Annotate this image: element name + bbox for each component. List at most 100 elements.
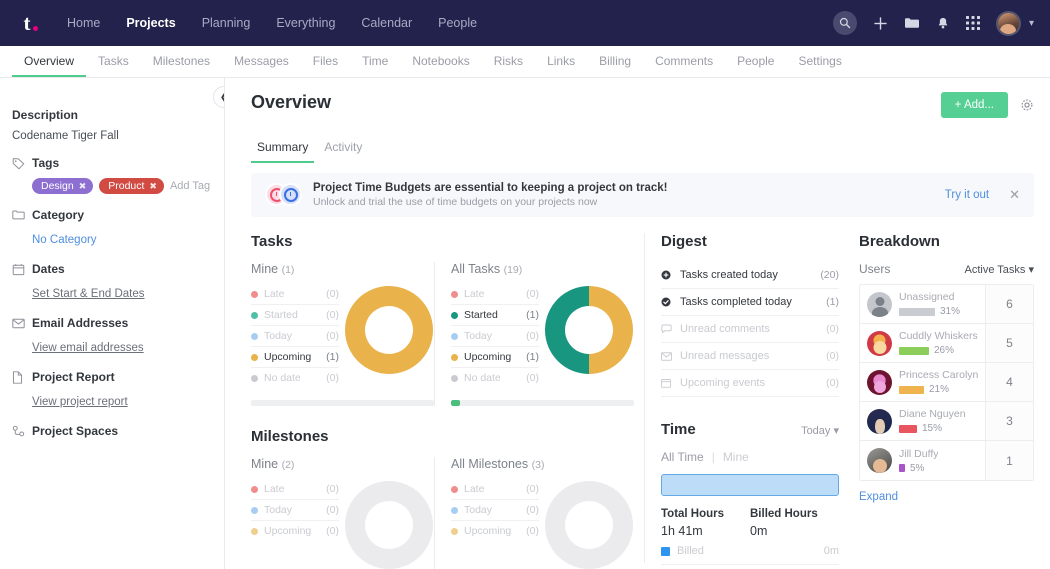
tag-design[interactable]: Design ✖ (32, 178, 94, 194)
set-dates-link[interactable]: Set Start & End Dates (12, 288, 145, 300)
time-tab-mine[interactable]: Mine (723, 450, 749, 464)
digest-row-upcoming-events[interactable]: Upcoming events (0) (661, 370, 839, 397)
sidebar-collapse-icon[interactable]: ❮ (213, 86, 224, 108)
time-range-selector[interactable]: Today ▾ (801, 424, 839, 437)
search-icon[interactable] (832, 11, 857, 35)
tab-risks[interactable]: Risks (482, 46, 535, 77)
legend-row[interactable]: Late (0) (251, 479, 339, 500)
legend-label: Upcoming (264, 525, 312, 537)
nav-item-home[interactable]: Home (54, 10, 113, 36)
tab-settings[interactable]: Settings (786, 46, 853, 77)
chevron-down-icon[interactable]: ▾ (1029, 18, 1034, 29)
tab-milestones[interactable]: Milestones (141, 46, 222, 77)
tag-remove-icon[interactable]: ✖ (79, 181, 87, 192)
subtab-activity[interactable]: Activity (318, 136, 368, 163)
table-row[interactable]: Diane Nguyen 15% 3 (860, 402, 1033, 441)
legend-row[interactable]: Late (0) (451, 284, 539, 305)
breakdown-users-header: Users (859, 262, 891, 276)
legend-count: (0) (526, 372, 539, 384)
tasks-mine-donut (345, 286, 433, 374)
subtab-summary[interactable]: Summary (251, 136, 315, 163)
view-email-link[interactable]: View email addresses (12, 342, 144, 354)
tab-tasks[interactable]: Tasks (86, 46, 141, 77)
legend-row[interactable]: No date (0) (251, 368, 339, 388)
digest-row-unread-comments[interactable]: Unread comments (0) (661, 316, 839, 343)
tab-time[interactable]: Time (350, 46, 400, 77)
nav-item-calendar[interactable]: Calendar (348, 10, 425, 36)
breakdown-metric-selector[interactable]: Active Tasks ▾ (964, 263, 1034, 276)
tasks-mine-legend: Late (0) Started (0) Today (0) Upcoming (1) … (251, 284, 339, 388)
tab-notebooks[interactable]: Notebooks (400, 46, 481, 77)
breakdown-pct-value: 15% (922, 423, 943, 434)
breakdown-section-title: Breakdown (859, 233, 940, 250)
tab-billing[interactable]: Billing (587, 46, 643, 77)
digest-row-tasks-created[interactable]: Tasks created today (20) (661, 262, 839, 289)
view-report-link[interactable]: View project report (12, 396, 128, 408)
nav-item-everything[interactable]: Everything (263, 10, 348, 36)
table-row[interactable]: Unassigned 31% 6 (860, 285, 1033, 324)
envelope-icon (12, 317, 25, 330)
expand-link[interactable]: Expand (859, 491, 898, 503)
breakdown-count: 4 (985, 363, 1033, 401)
legend-row[interactable]: Upcoming (0) (451, 521, 539, 541)
legend-row[interactable]: Today (0) (451, 500, 539, 521)
tag-icon (12, 157, 25, 170)
tag-remove-icon[interactable]: ✖ (149, 181, 157, 192)
legend-row[interactable]: Late (0) (451, 479, 539, 500)
avatar[interactable] (995, 10, 1021, 36)
tab-files[interactable]: Files (301, 46, 350, 77)
time-tab-divider: | (711, 450, 715, 464)
tag-design-label: Design (41, 180, 74, 192)
grid-apps-icon[interactable] (965, 16, 980, 30)
legend-row[interactable]: Today (0) (251, 500, 339, 521)
avatar (867, 291, 892, 317)
legend-row[interactable]: Today (0) (251, 326, 339, 347)
calendar-icon (12, 263, 25, 276)
legend-row[interactable]: Upcoming (1) (251, 347, 339, 368)
nav-item-projects[interactable]: Projects (113, 10, 188, 36)
tasks-charts: Mine (1) Late (0) Started (0) Today (0) Upc… (251, 262, 634, 406)
table-row[interactable]: Princess Carolyn 21% 4 (860, 363, 1033, 402)
dashboard-right-column: Breakdown Users Active Tasks ▾ Unassigne… (839, 233, 1034, 563)
digest-value: (20) (820, 269, 839, 281)
folder-icon[interactable] (904, 16, 920, 30)
tab-comments[interactable]: Comments (643, 46, 725, 77)
legend-row[interactable]: Upcoming (0) (251, 521, 339, 541)
tab-links[interactable]: Links (535, 46, 587, 77)
category-value-link[interactable]: No Category (12, 234, 97, 246)
add-button[interactable]: + Add... (940, 92, 1008, 118)
add-tag-button[interactable]: Add Tag (170, 180, 210, 192)
legend-row[interactable]: No date (0) (451, 368, 539, 388)
legend-row[interactable]: Upcoming (1) (451, 347, 539, 368)
table-row[interactable]: Jill Duffy 5% 1 (860, 441, 1033, 480)
app-logo[interactable]: t (14, 10, 40, 36)
sidebar-section-tags: Tags (12, 156, 212, 170)
bell-icon[interactable] (936, 16, 950, 31)
legend-row[interactable]: Started (1) (451, 305, 539, 326)
nav-item-people[interactable]: People (425, 10, 490, 36)
time-row-billed[interactable]: Billed 0m (661, 538, 839, 565)
table-row[interactable]: Cuddly Whiskers 26% 5 (860, 324, 1033, 363)
tag-product[interactable]: Product ✖ (99, 178, 164, 194)
tab-people[interactable]: People (725, 46, 786, 77)
tab-overview[interactable]: Overview (12, 46, 87, 77)
nav-item-planning[interactable]: Planning (189, 10, 264, 36)
close-icon[interactable]: ✕ (1009, 187, 1020, 203)
time-stats: Total Hours 1h 41m Billed Hours 0m (661, 508, 839, 538)
tasks-all-card: All Tasks (19) Late (0) Started (1) Today (… (434, 262, 634, 406)
legend-row[interactable]: Today (0) (451, 326, 539, 347)
tab-messages[interactable]: Messages (222, 46, 301, 77)
digest-row-unread-messages[interactable]: Unread messages (0) (661, 343, 839, 370)
legend-row[interactable]: Started (0) (251, 305, 339, 326)
time-tab-all[interactable]: All Time (661, 450, 704, 464)
legend-row[interactable]: Late (0) (251, 284, 339, 305)
banner-cta-link[interactable]: Try it out (945, 189, 989, 201)
digest-row-tasks-completed[interactable]: Tasks completed today (1) (661, 289, 839, 316)
billed-hours-stat: Billed Hours 0m (750, 508, 839, 538)
tasks-all-header: All Tasks (19) (451, 262, 634, 276)
tasks-mine-card: Mine (1) Late (0) Started (0) Today (0) Upc… (251, 262, 434, 406)
time-row-unbilled[interactable]: Unbilled 0m (661, 565, 839, 569)
gear-icon[interactable] (1020, 98, 1034, 112)
breakdown-pct-value: 5% (910, 462, 925, 474)
plus-icon[interactable] (873, 16, 888, 31)
